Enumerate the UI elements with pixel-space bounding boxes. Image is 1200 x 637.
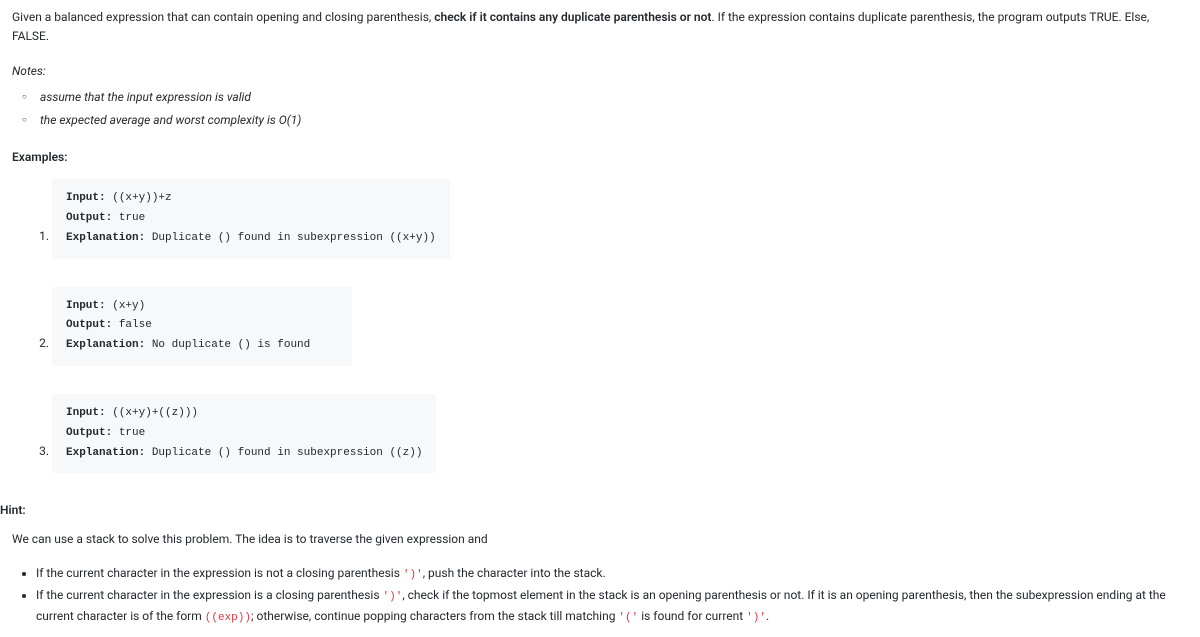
problem-intro: Given a balanced expression that can con…: [12, 8, 1188, 46]
notes-item: the expected average and worst complexit…: [40, 111, 1188, 130]
notes-heading: Notes:: [12, 62, 1188, 81]
hint-item: If the current character in the expressi…: [36, 586, 1188, 627]
example-code-block: Input: ((x+y))+zOutput: trueExplanation:…: [52, 179, 450, 258]
intro-bold: check if it contains any duplicate paren…: [434, 10, 711, 24]
example-code-block: Input: ((x+y)+((z)))Output: trueExplanat…: [52, 394, 436, 473]
example-item: Input: (x+y)Output: falseExplanation: No…: [52, 287, 1188, 366]
example-code-block: Input: (x+y)Output: falseExplanation: No…: [52, 287, 352, 366]
hint-intro: We can use a stack to solve this problem…: [12, 530, 1188, 549]
examples-list: Input: ((x+y))+zOutput: trueExplanation:…: [12, 179, 1188, 473]
inline-code: ')': [403, 569, 423, 581]
notes-item: assume that the input expression is vali…: [40, 88, 1188, 107]
inline-code: '(': [618, 612, 638, 624]
hint-heading: Hint:: [0, 501, 1188, 520]
notes-list: assume that the input expression is vali…: [12, 88, 1188, 130]
intro-pre: Given a balanced expression that can con…: [12, 10, 434, 24]
inline-code: ')': [383, 591, 403, 603]
examples-heading: Examples:: [12, 148, 1188, 167]
hint-item: If the current character in the expressi…: [36, 564, 1188, 585]
inline-code: ((exp)): [205, 612, 251, 624]
example-item: Input: ((x+y))+zOutput: trueExplanation:…: [52, 179, 1188, 258]
inline-code: ')': [746, 612, 766, 624]
example-item: Input: ((x+y)+((z)))Output: trueExplanat…: [52, 394, 1188, 473]
hint-list: If the current character in the expressi…: [12, 564, 1188, 628]
